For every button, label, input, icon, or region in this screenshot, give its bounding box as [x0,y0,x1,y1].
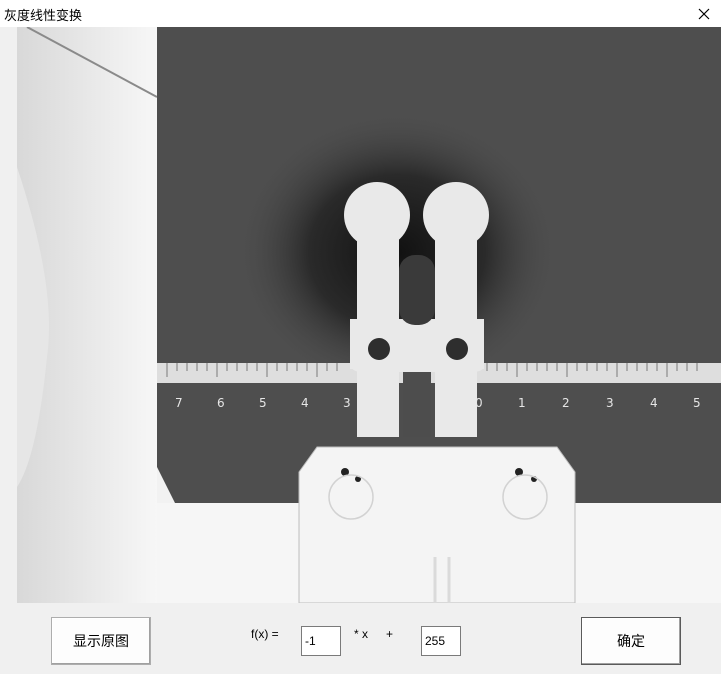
dialog-window: 灰度线性变换 7 6 5 4 3 0 1 2 3 4 5 显示原图 f(x) =… [0,0,721,674]
multiply-x-label: * x [354,627,369,641]
fx-label: f(x) = [251,627,279,641]
slope-input[interactable] [301,626,341,656]
ruler-label: 4 [301,396,309,410]
ruler-label: 1 [518,396,526,410]
control-bar: 显示原图 f(x) = * x + 确定 [0,603,721,674]
ruler-label: 6 [217,396,225,410]
confirm-button[interactable]: 确定 [581,617,681,665]
ruler-label: 5 [693,396,701,410]
window-title: 灰度线性变换 [4,9,83,24]
title-bar[interactable]: 灰度线性变换 [0,0,721,27]
intercept-input[interactable] [421,626,461,656]
ruler-label: 4 [650,396,658,410]
ruler-label: 5 [259,396,267,410]
close-icon [698,8,710,19]
image-display: 7 6 5 4 3 0 1 2 3 4 5 [17,27,721,603]
show-original-button[interactable]: 显示原图 [51,617,151,665]
ruler-label: 3 [606,396,614,410]
ruler-label: 3 [343,396,351,410]
ruler-label: 2 [562,396,570,410]
plus-label: + [386,627,394,641]
processed-image: 7 6 5 4 3 0 1 2 3 4 5 [17,27,721,603]
close-button[interactable] [687,0,721,27]
ruler-label: 7 [175,396,183,410]
